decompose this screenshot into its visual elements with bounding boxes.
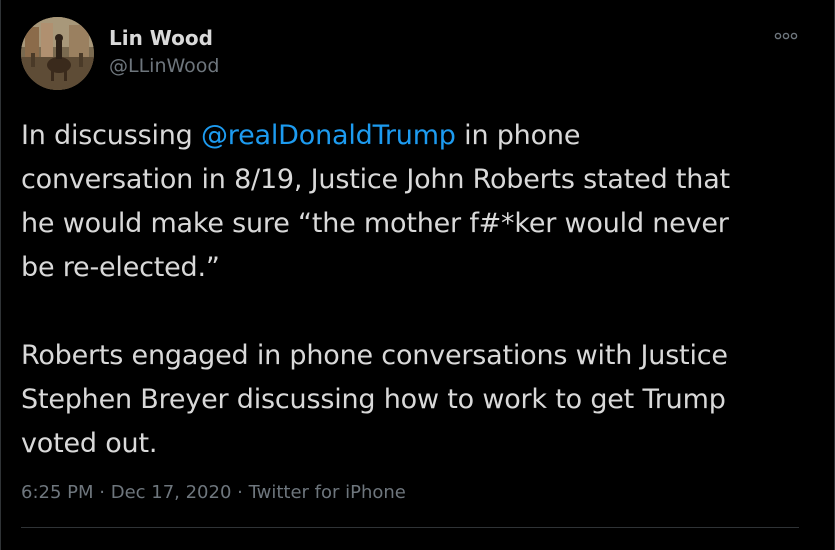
tweet-card: Lin Wood @LLinWood In discussing @realDo… — [0, 0, 835, 550]
author-display-name[interactable]: Lin Wood — [109, 26, 213, 50]
mention-link[interactable]: @realDonaldTrump — [201, 120, 456, 151]
avatar[interactable] — [21, 17, 94, 90]
tweet-time-link[interactable]: 6:25 PM — [21, 482, 94, 503]
tweet-text: In discussing @realDonaldTrump in phone … — [21, 114, 811, 466]
tweet-metadata: 6:25 PM · Dec 17, 2020 · Twitter for iPh… — [21, 479, 406, 507]
meta-separator: · — [231, 482, 249, 503]
avatar-image — [21, 17, 94, 90]
author-handle[interactable]: @LLinWood — [109, 54, 219, 78]
tweet-text-body: in phone conversation in 8/19, Justice J… — [21, 120, 730, 459]
meta-separator: · — [93, 482, 111, 503]
tweet-date-link[interactable]: Dec 17, 2020 — [111, 482, 232, 503]
more-horizontal-icon[interactable] — [771, 26, 801, 46]
tweet-source-link[interactable]: Twitter for iPhone — [249, 482, 406, 503]
divider — [21, 527, 799, 528]
tweet-text-prefix: In discussing — [21, 120, 201, 151]
